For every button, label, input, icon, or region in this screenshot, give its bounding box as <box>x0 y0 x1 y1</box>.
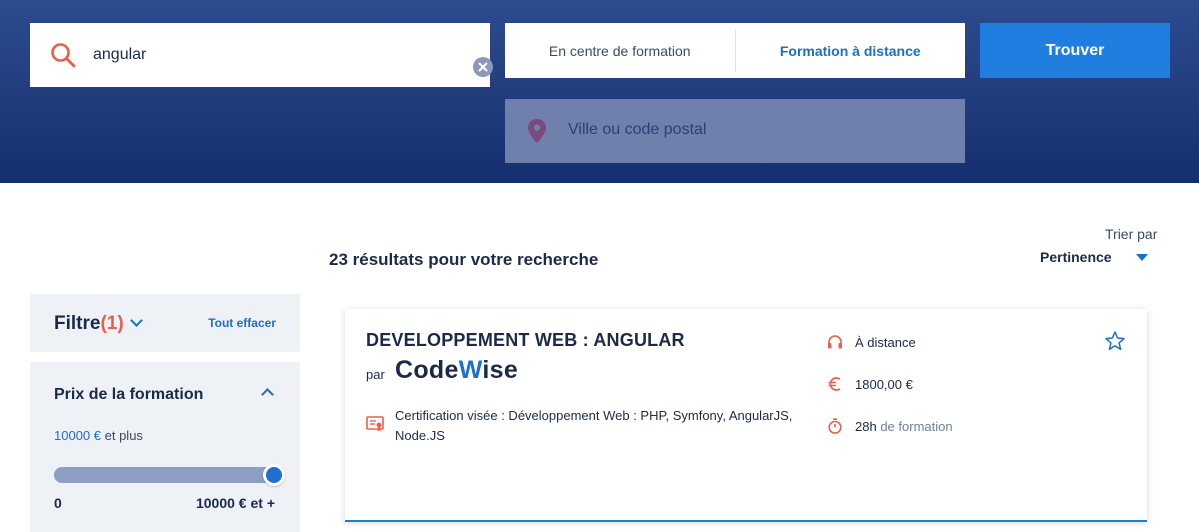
course-by-label: par <box>366 367 385 382</box>
find-button[interactable]: Trouver <box>980 23 1170 78</box>
course-duration: 28h de formation <box>855 419 953 434</box>
caret-down-icon <box>1136 254 1148 261</box>
org-logo-text-1: Code <box>395 356 459 384</box>
price-slider-fill <box>54 467 274 483</box>
tab-in-center[interactable]: En centre de formation <box>505 23 735 78</box>
stopwatch-icon <box>828 418 842 434</box>
search-input[interactable] <box>93 43 443 67</box>
certificate-icon <box>366 416 384 432</box>
price-slider-min: 0 <box>54 495 62 511</box>
price-filter-title: Prix de la formation <box>54 386 204 403</box>
sort-value: Pertinence <box>1040 249 1112 265</box>
course-duration-suffix: de formation <box>880 418 953 434</box>
star-icon[interactable] <box>1104 330 1126 352</box>
filter-title: Filtre <box>54 313 101 334</box>
filter-header: Filtre(1) Tout effacer <box>30 294 300 352</box>
price-slider-max: 10000 € et + <box>195 495 275 511</box>
sort-select[interactable]: Pertinence <box>1040 249 1150 269</box>
certification-text: Certification visée : Développement Web … <box>395 408 793 443</box>
search-icon <box>51 43 76 68</box>
course-price-row: 1800,00 € <box>827 374 913 394</box>
location-field[interactable]: Ville ou code postal <box>505 99 965 163</box>
course-card[interactable]: DEVELOPPEMENT WEB : ANGULAR par CodeWise… <box>345 309 1147 522</box>
search-box[interactable] <box>30 23 493 87</box>
course-mode: À distance <box>855 334 916 350</box>
org-logo-text-3: ise <box>482 356 519 384</box>
price-value-amount: 10000 € <box>54 428 101 443</box>
price-value-suffix: et plus <box>104 428 143 443</box>
search-header: En centre de formation Formation à dista… <box>0 0 1199 183</box>
price-slider-thumb[interactable] <box>263 464 285 486</box>
chevron-up-icon[interactable] <box>261 388 274 401</box>
organization-logo: CodeWise <box>395 356 518 385</box>
euro-icon <box>828 377 841 391</box>
org-logo-text-2: W <box>458 356 483 384</box>
results-count: 23 résultats pour votre recherche <box>329 250 599 269</box>
tab-remote[interactable]: Formation à distance <box>736 23 966 78</box>
course-price: 1800,00 € <box>855 376 913 392</box>
headphones-icon <box>828 335 842 349</box>
card-bottom-accent <box>345 520 1147 522</box>
filter-toggle[interactable]: Filtre(1) <box>54 313 143 335</box>
price-filter-panel: Prix de la formation 10000 € et plus 0 1… <box>30 362 300 532</box>
price-slider[interactable] <box>54 464 285 486</box>
price-filter-value: 10000 € et plus <box>54 428 143 443</box>
chevron-down-icon <box>129 314 143 327</box>
course-mode-row: À distance <box>827 332 916 352</box>
clear-all-link[interactable]: Tout effacer <box>208 316 276 330</box>
course-duration-row: 28h de formation <box>827 416 953 436</box>
map-pin-icon <box>528 119 546 143</box>
training-mode-toggle: En centre de formation Formation à dista… <box>505 23 965 78</box>
filter-count-badge: (1) <box>100 313 124 334</box>
course-duration-value: 28h <box>855 418 877 434</box>
sort-label: Trier par <box>1105 226 1158 242</box>
location-placeholder[interactable]: Ville ou code postal <box>568 121 948 141</box>
course-title[interactable]: DEVELOPPEMENT WEB : ANGULAR <box>366 330 685 351</box>
close-circle-icon[interactable] <box>473 57 493 77</box>
